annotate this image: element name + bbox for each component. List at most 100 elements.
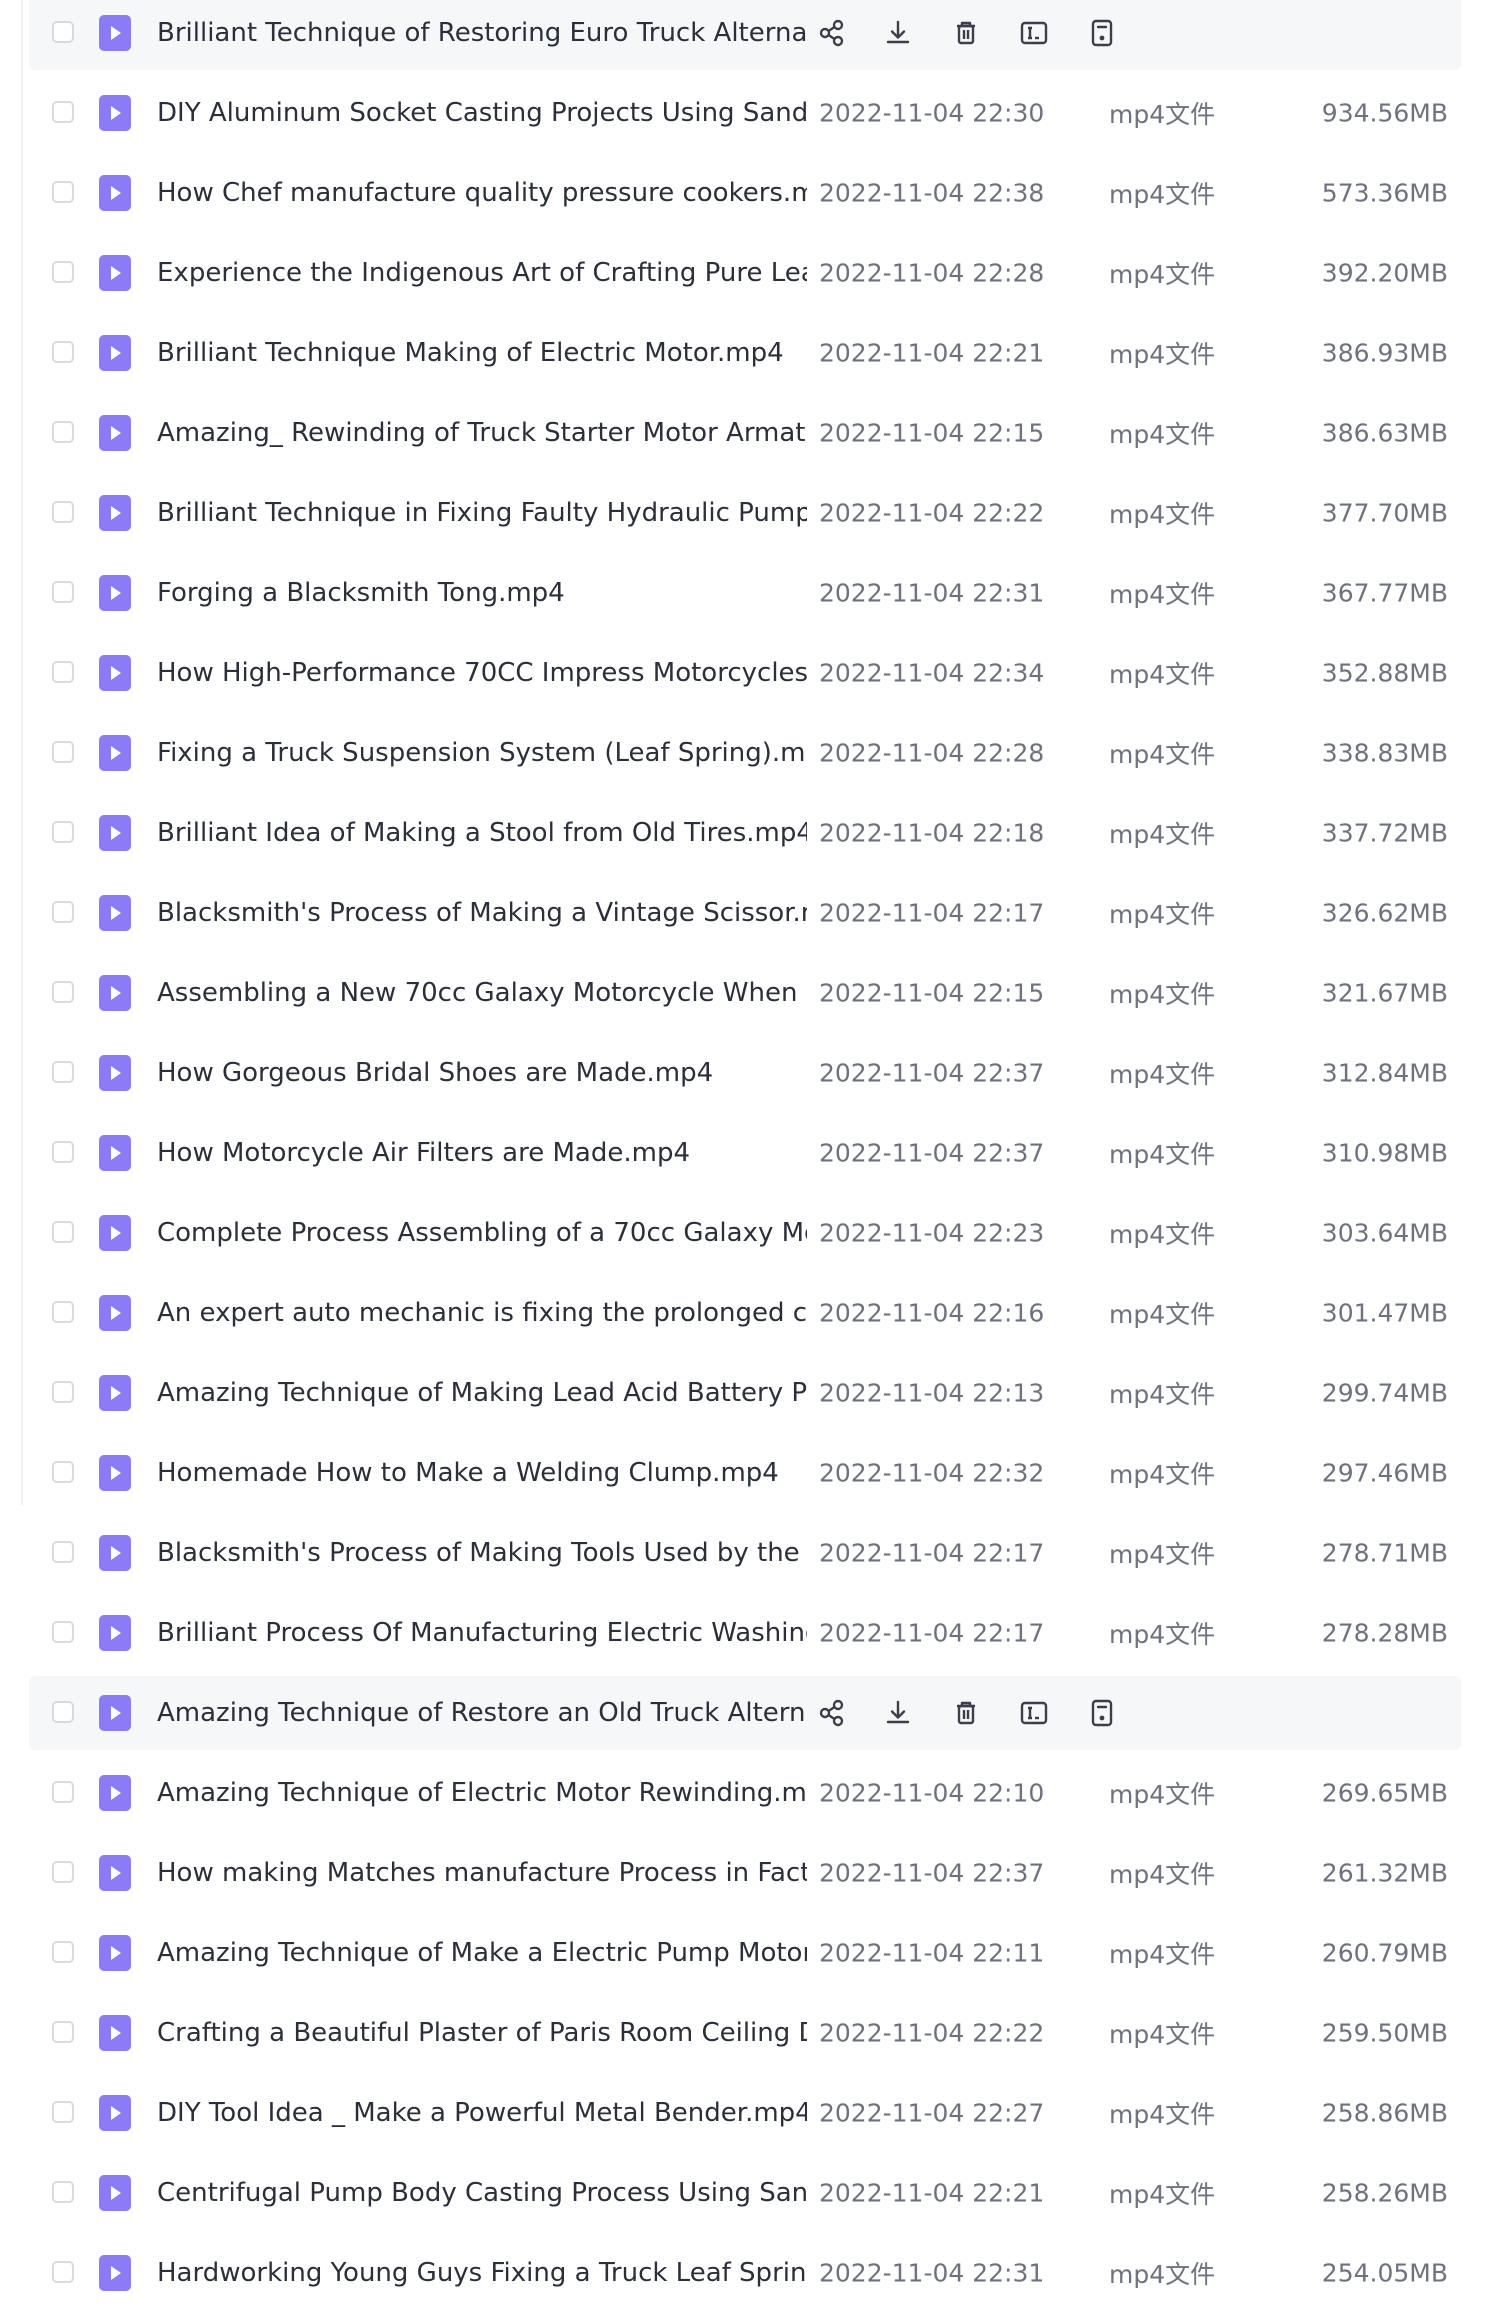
file-row[interactable]: Amazing Technique of Making Lead Acid Ba… (29, 1356, 1461, 1430)
file-row[interactable]: Complete Process Assembling of a 70cc Ga… (29, 1196, 1461, 1270)
file-row[interactable]: How making Matches manufacture Process i… (29, 1836, 1461, 1910)
file-name[interactable]: Amazing_ Rewinding of Truck Starter Moto… (157, 418, 807, 448)
row-checkbox[interactable] (52, 1061, 74, 1083)
file-row[interactable]: Brilliant Idea of Making a Stool from Ol… (29, 796, 1461, 870)
file-name[interactable]: Amazing Technique of Restore an Old Truc… (157, 1698, 807, 1728)
file-row[interactable]: Experience the Indigenous Art of Craftin… (29, 236, 1461, 310)
row-checkbox[interactable] (52, 2181, 74, 2203)
file-name[interactable]: An expert auto mechanic is fixing the pr… (157, 1298, 807, 1328)
row-checkbox[interactable] (52, 1381, 74, 1403)
row-checkbox[interactable] (52, 581, 74, 603)
file-name[interactable]: DIY Tool Idea _ Make a Powerful Metal Be… (157, 2098, 807, 2128)
file-name[interactable]: Complete Process Assembling of a 70cc Ga… (157, 1218, 807, 1248)
row-checkbox[interactable] (52, 1941, 74, 1963)
file-row[interactable]: How Chef manufacture quality pressure co… (29, 156, 1461, 230)
file-row[interactable]: Homemade How to Make a Welding Clump.mp4… (29, 1436, 1461, 1510)
file-name[interactable]: Brilliant Technique Making of Electric M… (157, 338, 807, 368)
file-row[interactable]: Brilliant Process Of Manufacturing Elect… (29, 1596, 1461, 1670)
file-row[interactable]: Brilliant Technique of Restoring Euro Tr… (29, 0, 1461, 70)
delete-icon[interactable] (949, 1696, 983, 1730)
file-row[interactable]: Amazing Technique of Make a Electric Pum… (29, 1916, 1461, 1990)
row-checkbox[interactable] (52, 181, 74, 203)
file-name[interactable]: Brilliant Idea of Making a Stool from Ol… (157, 818, 807, 848)
video-file-icon (99, 815, 131, 851)
row-checkbox[interactable] (52, 661, 74, 683)
row-checkbox[interactable] (52, 821, 74, 843)
row-checkbox[interactable] (52, 1861, 74, 1883)
file-row[interactable]: How Motorcycle Air Filters are Made.mp4 2… (29, 1116, 1461, 1190)
row-checkbox[interactable] (52, 1621, 74, 1643)
file-row[interactable]: Brilliant Technique in Fixing Faulty Hyd… (29, 476, 1461, 550)
download-icon[interactable] (881, 1696, 915, 1730)
file-row[interactable]: Assembling a New 70cc Galaxy Motorcycle … (29, 956, 1461, 1030)
file-name[interactable]: Brilliant Process Of Manufacturing Elect… (157, 1618, 807, 1648)
file-name[interactable]: How making Matches manufacture Process i… (157, 1858, 807, 1888)
row-checkbox[interactable] (52, 261, 74, 283)
row-checkbox[interactable] (52, 21, 74, 43)
row-checkbox[interactable] (52, 1141, 74, 1163)
file-row[interactable]: How High-Performance 70CC Impress Motorc… (29, 636, 1461, 710)
file-row[interactable]: Hardworking Young Guys Fixing a Truck Le… (29, 2236, 1461, 2310)
file-row[interactable]: Crafting a Beautiful Plaster of Paris Ro… (29, 1996, 1461, 2070)
file-name[interactable]: Amazing Technique of Making Lead Acid Ba… (157, 1378, 807, 1408)
file-name[interactable]: How Gorgeous Bridal Shoes are Made.mp4 (157, 1058, 807, 1088)
row-checkbox[interactable] (52, 101, 74, 123)
file-name[interactable]: How Chef manufacture quality pressure co… (157, 178, 807, 208)
row-checkbox[interactable] (52, 1541, 74, 1563)
rename-icon[interactable] (1017, 16, 1051, 50)
share-icon[interactable] (815, 16, 849, 50)
file-name[interactable]: Amazing Technique of Make a Electric Pum… (157, 1938, 807, 1968)
row-checkbox[interactable] (52, 2261, 74, 2283)
file-name[interactable]: How Motorcycle Air Filters are Made.mp4 (157, 1138, 807, 1168)
row-checkbox[interactable] (52, 341, 74, 363)
file-row[interactable]: Blacksmith's Process of Making Tools Use… (29, 1516, 1461, 1590)
file-name[interactable]: DIY Aluminum Socket Casting Projects Usi… (157, 98, 807, 128)
file-name[interactable]: Amazing Technique of Electric Motor Rewi… (157, 1778, 807, 1808)
file-row[interactable]: Fixing a Truck Suspension System (Leaf S… (29, 716, 1461, 790)
file-name[interactable]: Forging a Blacksmith Tong.mp4 (157, 578, 807, 608)
row-checkbox[interactable] (52, 2101, 74, 2123)
file-name[interactable]: Centrifugal Pump Body Casting Process Us… (157, 2178, 807, 2208)
file-row[interactable]: Forging a Blacksmith Tong.mp4 2022-11-04 … (29, 556, 1461, 630)
row-checkbox[interactable] (52, 1301, 74, 1323)
file-name[interactable]: Fixing a Truck Suspension System (Leaf S… (157, 738, 807, 768)
more-icon[interactable] (1085, 16, 1119, 50)
file-row[interactable]: Amazing_ Rewinding of Truck Starter Moto… (29, 396, 1461, 470)
file-row[interactable]: Amazing Technique of Restore an Old Truc… (29, 1676, 1461, 1750)
row-checkbox[interactable] (52, 501, 74, 523)
file-name[interactable]: Blacksmith's Process of Making a Vintage… (157, 898, 807, 928)
file-row[interactable]: An expert auto mechanic is fixing the pr… (29, 1276, 1461, 1350)
more-icon[interactable] (1085, 1696, 1119, 1730)
file-row[interactable]: Blacksmith's Process of Making a Vintage… (29, 876, 1461, 950)
row-checkbox[interactable] (52, 1221, 74, 1243)
file-name[interactable]: Hardworking Young Guys Fixing a Truck Le… (157, 2258, 807, 2288)
row-checkbox[interactable] (52, 741, 74, 763)
file-name[interactable]: Homemade How to Make a Welding Clump.mp4 (157, 1458, 807, 1488)
row-checkbox[interactable] (52, 421, 74, 443)
file-type: mp4文件 (1109, 1460, 1216, 1489)
file-name[interactable]: Blacksmith's Process of Making Tools Use… (157, 1538, 807, 1568)
share-icon[interactable] (815, 1696, 849, 1730)
file-row[interactable]: DIY Aluminum Socket Casting Projects Usi… (29, 76, 1461, 150)
rename-icon[interactable] (1017, 1696, 1051, 1730)
file-type: mp4文件 (1109, 660, 1216, 689)
file-row[interactable]: Amazing Technique of Electric Motor Rewi… (29, 1756, 1461, 1830)
file-name[interactable]: Experience the Indigenous Art of Craftin… (157, 258, 807, 288)
download-icon[interactable] (881, 16, 915, 50)
row-checkbox[interactable] (52, 1701, 74, 1723)
file-row[interactable]: How Gorgeous Bridal Shoes are Made.mp4 20… (29, 1036, 1461, 1110)
row-checkbox[interactable] (52, 1781, 74, 1803)
file-name[interactable]: Assembling a New 70cc Galaxy Motorcycle … (157, 978, 807, 1008)
file-row[interactable]: Centrifugal Pump Body Casting Process Us… (29, 2156, 1461, 2230)
delete-icon[interactable] (949, 16, 983, 50)
file-row[interactable]: Brilliant Technique Making of Electric M… (29, 316, 1461, 390)
file-row[interactable]: DIY Tool Idea _ Make a Powerful Metal Be… (29, 2076, 1461, 2150)
row-checkbox[interactable] (52, 2021, 74, 2043)
file-name[interactable]: Brilliant Technique of Restoring Euro Tr… (157, 18, 807, 48)
file-name[interactable]: Crafting a Beautiful Plaster of Paris Ro… (157, 2018, 807, 2048)
row-checkbox[interactable] (52, 1461, 74, 1483)
row-checkbox[interactable] (52, 901, 74, 923)
file-name[interactable]: How High-Performance 70CC Impress Motorc… (157, 658, 807, 688)
file-name[interactable]: Brilliant Technique in Fixing Faulty Hyd… (157, 498, 807, 528)
row-checkbox[interactable] (52, 981, 74, 1003)
